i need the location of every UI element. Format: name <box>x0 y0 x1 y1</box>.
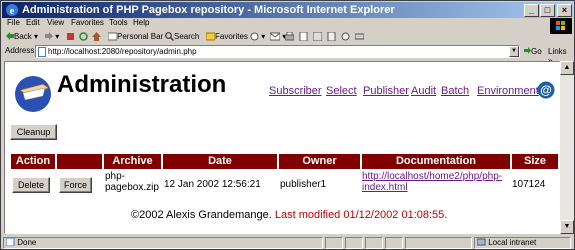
status-pane-3 <box>345 237 363 249</box>
page-title: Administration <box>57 71 227 98</box>
header-owner: Owner <box>279 154 360 169</box>
owner-cell: publisher1 <box>280 179 327 190</box>
status-pane: Done <box>3 237 323 249</box>
header-archive: Archive <box>104 154 161 169</box>
favorites-button[interactable]: Favorites <box>205 32 248 41</box>
force-button[interactable]: Force <box>59 177 92 193</box>
personal-bar-button[interactable]: Personal Bar <box>107 32 163 41</box>
menu-bar: File Edit View Favorites Tools Help <box>2 18 573 31</box>
back-arrow-icon <box>6 32 14 40</box>
nav-audit-link[interactable]: Audit <box>411 85 436 97</box>
print-icon[interactable] <box>284 31 295 41</box>
header-action-spacer <box>57 154 102 169</box>
history-icon[interactable]: ▾ <box>250 32 265 41</box>
address-dropdown-button[interactable]: ▼ <box>509 46 519 57</box>
page-status-icon <box>5 237 15 247</box>
stop-icon[interactable] <box>66 32 75 41</box>
nav-select-link[interactable]: Select <box>326 85 357 97</box>
forward-arrow-icon <box>45 32 53 40</box>
menu-tools[interactable]: Tools <box>109 18 128 27</box>
status-pane-2 <box>325 237 343 249</box>
ie-icon: e <box>6 4 18 17</box>
title-bar: e Administration of PHP Pagebox reposito… <box>2 2 573 18</box>
maximize-button[interactable]: □ <box>540 4 555 17</box>
svg-text:e: e <box>10 6 15 17</box>
size-cell: 107124 <box>512 179 546 190</box>
page-footer: ©2002 Alexis Grandemange. Last modified … <box>131 209 447 221</box>
status-pane-6 <box>405 237 472 249</box>
menu-file[interactable]: File <box>7 18 20 27</box>
search-button[interactable]: Search <box>165 32 199 41</box>
cleanup-button[interactable]: Cleanup <box>10 124 57 140</box>
messenger-icon[interactable] <box>327 31 336 42</box>
status-bar: Done Local intranet <box>2 236 573 250</box>
personal-bar-icon <box>107 32 118 41</box>
tools-icon[interactable] <box>354 32 365 41</box>
refresh-icon[interactable] <box>79 32 88 41</box>
header-size: Size <box>512 154 558 169</box>
environment-icon[interactable]: @ <box>537 81 555 99</box>
favorites-icon <box>205 32 216 41</box>
browser-window: e Administration of PHP Pagebox reposito… <box>0 0 575 250</box>
go-arrow-icon <box>524 47 531 54</box>
home-icon[interactable] <box>92 32 101 41</box>
discuss-icon[interactable] <box>312 31 323 42</box>
delete-button[interactable]: Delete <box>12 177 50 193</box>
zone-pane: Local intranet <box>474 237 571 249</box>
menu-edit[interactable]: Edit <box>26 18 40 27</box>
scroll-down-icon[interactable]: ▼ <box>560 220 574 234</box>
toolbar: Back ▾ ▾ Personal Bar Search Favorites ▾… <box>2 31 573 44</box>
back-button[interactable]: Back ▾ <box>6 32 38 41</box>
page-icon <box>38 47 46 57</box>
page-content: Administration Subscriber Select Publish… <box>4 61 560 234</box>
address-bar: Address http://localhost:2080/repository… <box>2 44 573 65</box>
menu-view[interactable]: View <box>47 18 64 27</box>
date-cell: 12 Jan 2002 12:56:21 <box>164 179 261 190</box>
header-date: Date <box>163 154 277 169</box>
mail-icon[interactable]: ▾ <box>269 32 286 41</box>
svg-text:@: @ <box>540 83 552 97</box>
documentation-link[interactable]: http://localhost/home2/php/php- index.ht… <box>362 171 502 193</box>
status-pane-5 <box>385 237 403 249</box>
copyright-text: ©2002 Alexis Grandemange. <box>131 209 272 221</box>
header-documentation: Documentation <box>362 154 510 169</box>
window-title: Administration of PHP Pagebox repository… <box>22 4 395 16</box>
status-pane-4 <box>365 237 383 249</box>
scroll-up-icon[interactable]: ▲ <box>560 61 574 75</box>
close-button[interactable]: × <box>557 4 572 17</box>
go-button[interactable]: Go <box>524 47 542 56</box>
nav-environment-link[interactable]: Environment <box>477 85 539 97</box>
research-icon[interactable] <box>341 32 350 41</box>
menu-favorites[interactable]: Favorites <box>71 18 104 27</box>
address-label: Address <box>5 46 35 55</box>
archive-cell: php- pagebox.zip <box>105 171 159 193</box>
nav-publisher-link[interactable]: Publisher <box>363 85 409 97</box>
edit-icon[interactable] <box>299 31 308 42</box>
menu-help[interactable]: Help <box>133 18 149 27</box>
search-icon <box>165 32 174 41</box>
minimize-button[interactable]: _ <box>524 4 539 17</box>
nav-subscriber-link[interactable]: Subscriber <box>269 85 322 97</box>
vertical-scrollbar[interactable]: ▲ ▼ <box>560 61 574 234</box>
last-modified-text: Last modified 01/12/2002 01:08:55. <box>274 209 448 221</box>
pagebox-logo-icon <box>15 76 51 112</box>
nav-batch-link[interactable]: Batch <box>441 85 469 97</box>
header-action: Action <box>11 154 55 169</box>
intranet-icon <box>476 238 486 246</box>
forward-button[interactable]: ▾ <box>45 32 59 41</box>
address-input[interactable]: http://localhost:2080/repository/admin.p… <box>35 45 520 58</box>
